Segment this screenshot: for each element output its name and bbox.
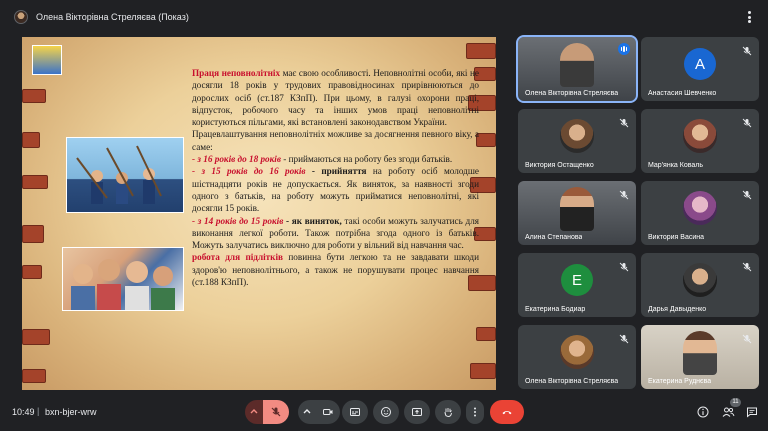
participant-name: Олена Вікторівна Стреляєва (525, 90, 619, 97)
participant-name: Олена Вікторівна Стреляєва (525, 378, 619, 385)
hang-up-icon (502, 411, 512, 415)
slide-item2-bold: - прийняття (305, 166, 367, 177)
school-logo (32, 45, 62, 75)
captions-button[interactable] (342, 400, 368, 424)
participant-video (560, 187, 594, 231)
info-icon (697, 406, 709, 418)
more-vert-icon (474, 407, 476, 417)
slide-item1-rest: - приймаються на роботу без згоди батькі… (280, 154, 453, 165)
participant-name: Виктория Васина (648, 234, 705, 241)
top-bar: Олена Вікторівна Стреляєва (Показ) (0, 0, 768, 34)
more-options-icon[interactable] (742, 10, 756, 24)
participant-tile[interactable]: Екатерина Руднєва (641, 325, 759, 389)
presenter-avatar (14, 10, 28, 24)
clock: 10:49 (12, 407, 35, 417)
participant-tile[interactable]: Олена Вікторівна Стреляєва (516, 35, 638, 103)
slide-para2: Працевлаштування неповнолітніх можливе з… (192, 129, 479, 152)
people-count-badge: 11 (730, 398, 741, 407)
present-button[interactable] (404, 400, 430, 424)
participant-name: Мар'янка Коваль (648, 162, 703, 169)
camera-toggle-button[interactable] (316, 400, 340, 424)
camera-options-button[interactable] (298, 400, 316, 424)
participant-tile[interactable]: Виктория Остащенко (518, 109, 636, 173)
mic-options-button[interactable] (245, 400, 263, 424)
mic-off-icon (742, 259, 752, 272)
slide-text: Праця неповнолітніх має свою особливості… (192, 67, 479, 288)
participant-tile[interactable]: Виктория Васина (641, 181, 759, 245)
reactions-button[interactable] (373, 400, 399, 424)
meeting-code: bxn-bjer-wrw (45, 407, 97, 417)
participant-video (560, 43, 594, 87)
participant-photo (560, 335, 594, 369)
participant-name: Дарья Давыденко (648, 306, 707, 313)
participant-tile[interactable]: A Анастасия Шевченко (641, 37, 759, 101)
presenter-label: Олена Вікторівна Стреляєва (Показ) (36, 12, 189, 22)
participant-name: Екатерина Бодиар (525, 306, 586, 313)
slide-item1-red: - з 16 років до 18 років (192, 154, 281, 165)
raise-hand-button[interactable] (435, 400, 461, 424)
presentation-slide: Праця неповнолітніх має свою особливості… (22, 37, 496, 390)
participant-avatar: A (684, 48, 716, 80)
slide-item3-red: - з 14 років до 15 років (192, 215, 284, 226)
chevron-up-icon (303, 409, 311, 414)
participant-tile[interactable]: Олена Вікторівна Стреляєва (518, 325, 636, 389)
captions-icon (350, 408, 360, 416)
chat-icon (747, 407, 757, 418)
hand-icon (444, 408, 452, 417)
mic-off-icon (619, 259, 629, 272)
speaking-indicator-icon (618, 43, 630, 55)
mic-off-icon (619, 331, 629, 344)
mic-off-icon (619, 115, 629, 128)
participant-photo (683, 119, 717, 153)
students-photo (62, 247, 184, 311)
chevron-up-icon (250, 409, 258, 414)
meeting-details-button[interactable] (694, 403, 712, 421)
participant-name: Екатерина Руднєва (648, 378, 712, 385)
mic-toggle-button[interactable] (263, 400, 289, 424)
mic-off-icon (742, 43, 752, 56)
present-screen-icon (412, 408, 422, 416)
camera-icon (323, 409, 333, 415)
slide-title-rest: має свою особливості. (280, 68, 371, 78)
bottom-bar: 10:49 | bxn-bjer-wrw 11 (0, 396, 768, 431)
slide-item4-red: робота для підлітків (192, 252, 283, 263)
slide-item3-bold: - як виняток, (283, 215, 342, 226)
slide-title-red: Праця неповнолітніх (192, 68, 281, 78)
participant-video (683, 331, 717, 375)
mic-off-icon (271, 407, 281, 417)
mic-off-icon (619, 187, 629, 200)
participant-tile[interactable]: Алина Степанова (518, 181, 636, 245)
mic-off-icon (742, 187, 752, 200)
brick-wall-left (22, 37, 54, 390)
mic-off-icon (742, 115, 752, 128)
mic-off-icon (742, 331, 752, 344)
people-icon (722, 407, 734, 417)
participant-name: Анастасия Шевченко (648, 90, 717, 97)
participant-avatar: E (561, 264, 593, 296)
participant-photo (560, 119, 594, 153)
participant-tile[interactable]: Мар'янка Коваль (641, 109, 759, 173)
participant-tile[interactable]: Дарья Давыденко (641, 253, 759, 317)
slide-item2-red: - з 15 років до 16 років (192, 166, 306, 177)
emoji-icon (381, 407, 391, 417)
participant-photo (683, 191, 717, 225)
participant-name: Виктория Остащенко (525, 162, 594, 169)
people-button[interactable]: 11 (719, 398, 741, 421)
participant-tile[interactable]: E Екатерина Бодиар (518, 253, 636, 317)
participant-photo (683, 263, 717, 297)
chat-button[interactable] (743, 403, 761, 421)
more-options-button[interactable] (466, 400, 484, 424)
participant-name: Алина Степанова (525, 234, 583, 241)
separator: | (37, 406, 40, 416)
workers-photo (66, 137, 184, 213)
hang-up-button[interactable] (490, 400, 524, 424)
